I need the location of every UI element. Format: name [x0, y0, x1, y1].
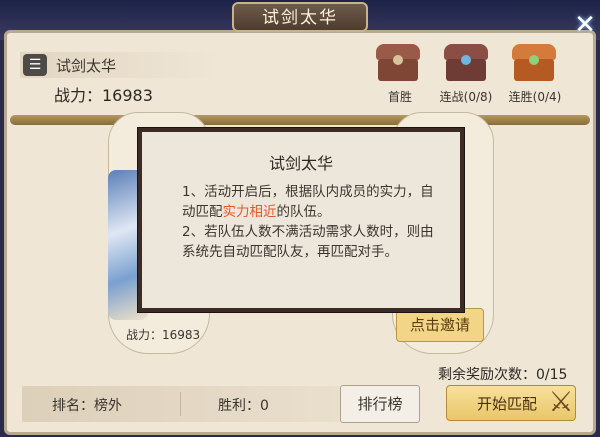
- remaining-rewards: 剩余奖励次数：0/15: [438, 367, 568, 383]
- chest-win-streak-label: 连胜(0/4): [508, 90, 562, 104]
- chest-icon: [461, 55, 471, 65]
- close-button[interactable]: ✕: [570, 10, 600, 40]
- rank-text: 排名：榜外: [52, 398, 122, 414]
- rule-2-text: 2、若队伍人数不满活动需求人数时，则由系统先自动匹配队友，再匹配对手。: [182, 224, 434, 260]
- chest-first-win-label: 首胜: [387, 90, 412, 104]
- rule-1-text-end: 的队伍。: [276, 204, 331, 220]
- wins-text: 胜利：0: [218, 398, 269, 414]
- player-name-row: ☰ 试剑太华: [20, 52, 220, 78]
- chest-icon: [393, 55, 403, 65]
- chest-streak-battles[interactable]: [444, 44, 488, 82]
- player-name: 试剑太华: [56, 57, 117, 75]
- team-member-power: 战力：16983: [126, 328, 201, 342]
- rules-dialog: 试剑太华 1、活动开启后，根据队内成员的实力，自动匹配实力相近的队伍。 2、若队…: [138, 128, 464, 312]
- leaderboard-button[interactable]: 排行榜: [340, 385, 420, 423]
- dialog-body: 1、活动开启后，根据队内成员的实力，自动匹配实力相近的队伍。 2、若队伍人数不满…: [182, 182, 442, 262]
- menu-icon[interactable]: ☰: [23, 54, 47, 76]
- dialog-title: 试剑太华: [268, 154, 333, 173]
- player-power: 战力：16983: [54, 86, 153, 105]
- chest-streak-battles-label: 连战(0/8): [439, 90, 493, 104]
- stats-divider: [180, 392, 181, 416]
- window-title: 试剑太华: [232, 2, 368, 32]
- close-icon: ✕: [574, 10, 596, 40]
- crossed-swords-icon: ⚔: [548, 385, 574, 418]
- chest-win-streak[interactable]: [512, 44, 556, 82]
- chest-icon: [529, 55, 539, 65]
- rule-1-highlight: 实力相近: [222, 204, 277, 220]
- stats-bar: 排名：榜外 胜利：0: [22, 386, 340, 422]
- divider-bar: [10, 115, 590, 125]
- chest-first-win[interactable]: [376, 44, 420, 82]
- invite-button[interactable]: 点击邀请: [396, 308, 484, 342]
